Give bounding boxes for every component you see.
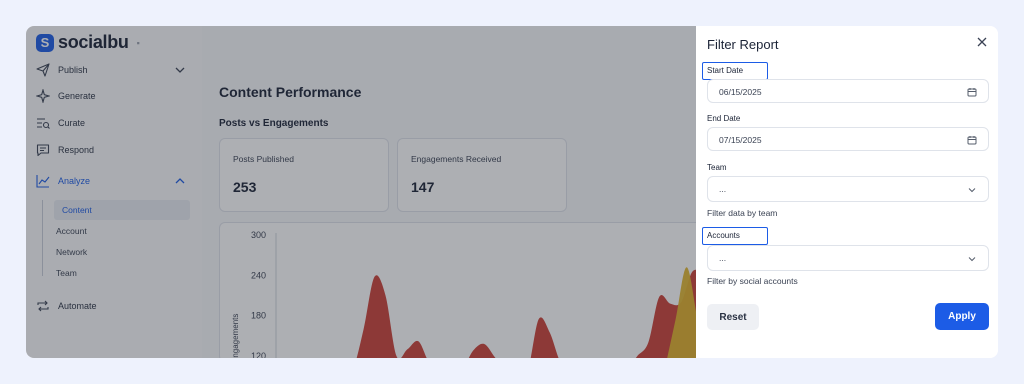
team-select[interactable]: ... — [707, 176, 989, 202]
panel-title: Filter Report — [707, 37, 779, 52]
app-background: S socialbu ▪ Publish Generate Curate Res… — [26, 26, 713, 358]
team-label: Team — [707, 163, 727, 172]
accounts-select-value: ... — [719, 253, 727, 263]
accounts-select[interactable]: ... — [707, 245, 989, 271]
team-select-value: ... — [719, 184, 727, 194]
team-help-text: Filter data by team — [707, 208, 778, 218]
start-date-label: Start Date — [707, 66, 744, 75]
calendar-icon[interactable] — [967, 135, 977, 145]
apply-button[interactable]: Apply — [935, 303, 989, 330]
calendar-icon[interactable] — [967, 87, 977, 97]
close-icon[interactable] — [976, 36, 988, 48]
chevron-down-icon — [968, 188, 976, 193]
end-date-label: End Date — [707, 114, 741, 123]
filter-panel: Filter Report Start Date 06/15/2025 End … — [696, 26, 998, 358]
start-date-field[interactable]: 06/15/2025 — [707, 79, 989, 103]
start-date-value: 06/15/2025 — [719, 87, 762, 97]
modal-backdrop[interactable] — [26, 26, 696, 358]
accounts-label: Accounts — [707, 231, 740, 240]
end-date-value: 07/15/2025 — [719, 135, 762, 145]
accounts-help-text: Filter by social accounts — [707, 276, 798, 286]
end-date-field[interactable]: 07/15/2025 — [707, 127, 989, 151]
app-frame: S socialbu ▪ Publish Generate Curate Res… — [26, 26, 998, 358]
reset-button[interactable]: Reset — [707, 304, 759, 330]
chevron-down-icon — [968, 257, 976, 262]
